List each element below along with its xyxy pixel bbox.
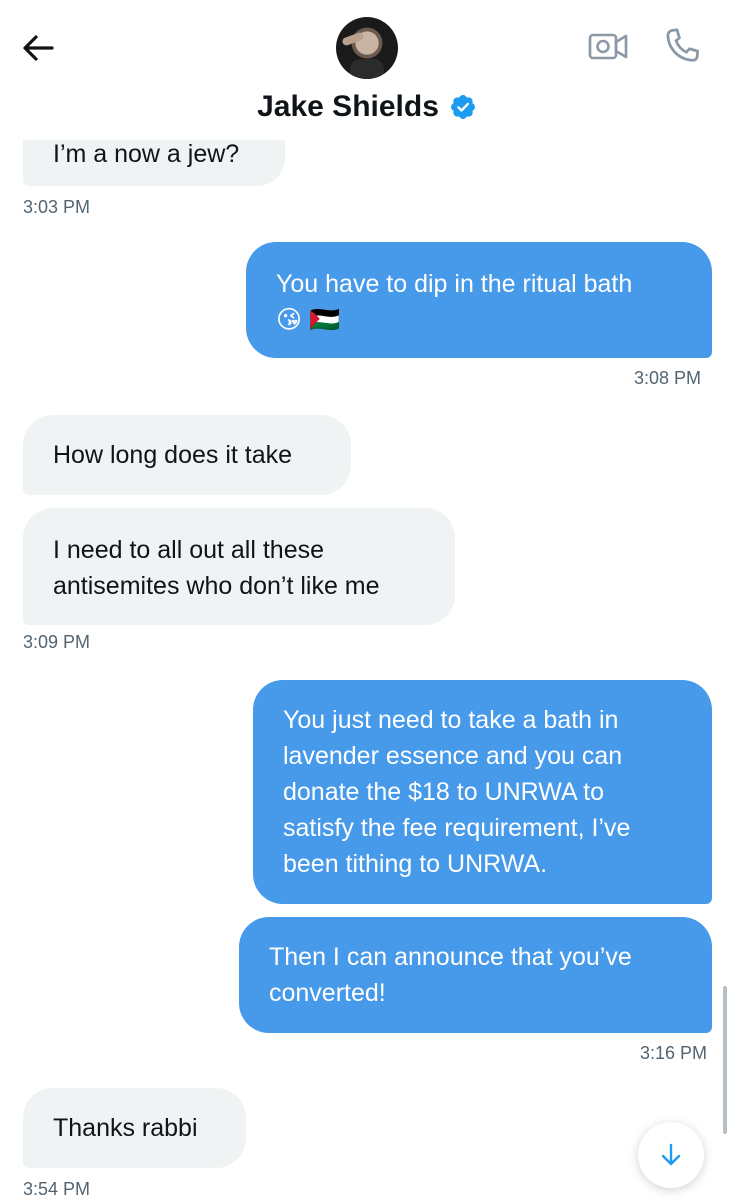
message-text: been tithing to UNRWA. — [283, 850, 548, 878]
message-bubble-incoming[interactable]: Thanks rabbi — [23, 1088, 246, 1168]
message-timestamp: 3:08 PM — [634, 368, 702, 388]
verified-badge-icon — [450, 95, 475, 119]
video-call-button[interactable] — [586, 26, 630, 66]
back-button[interactable] — [18, 28, 58, 68]
scroll-to-bottom-button[interactable] — [638, 1122, 704, 1188]
contact-title[interactable]: Jake Shields — [0, 86, 734, 128]
message-text: I need to all out all these — [53, 536, 325, 564]
contact-name: Jake Shields — [257, 90, 439, 123]
message-text: satisfy the fee requirement, I’ve — [283, 814, 631, 842]
message-timestamp: 3:16 PM — [640, 1043, 708, 1063]
message-text: Thanks rabbi — [53, 1114, 198, 1142]
message-timestamp: 3:09 PM — [23, 632, 91, 652]
message-bubble-incoming[interactable]: I need to all out all these antisemites … — [23, 508, 455, 625]
phone-icon — [666, 28, 699, 62]
message-text: You just need to take a bath in — [283, 706, 619, 734]
message-text: You have to dip in the ritual bath — [276, 270, 633, 298]
avatar[interactable] — [336, 17, 398, 79]
message-text: I’m a now a jew? — [53, 140, 240, 168]
arrow-down-icon — [661, 1143, 681, 1166]
message-text: Then I can announce that you’ve — [269, 943, 632, 971]
conversation-header: Jake Shields — [0, 0, 734, 140]
video-call-icon — [588, 33, 628, 60]
message-bubble-outgoing[interactable]: You just need to take a bath in lavender… — [253, 680, 712, 904]
message-timestamp: 3:03 PM — [23, 197, 91, 217]
message-bubble-outgoing[interactable]: You have to dip in the ritual bath 😘 🇵🇸 — [246, 242, 712, 358]
back-arrow-icon — [23, 35, 54, 61]
phone-call-button[interactable] — [660, 24, 704, 68]
message-text: How long does it take — [53, 441, 293, 469]
message-bubble-outgoing[interactable]: Then I can announce that you’ve converte… — [239, 917, 712, 1033]
message-text: lavender essence and you can — [283, 742, 623, 770]
message-text: donate the $18 to UNRWA to — [283, 778, 605, 806]
message-bubble-incoming[interactable]: How long does it take — [23, 415, 351, 495]
message-emoji: 😘 🇵🇸 — [276, 306, 341, 334]
message-text: converted! — [269, 979, 386, 1007]
scrollbar[interactable] — [723, 986, 727, 1134]
message-timestamp: 3:54 PM — [23, 1179, 91, 1199]
message-text: antisemites who don’t like me — [53, 572, 380, 600]
